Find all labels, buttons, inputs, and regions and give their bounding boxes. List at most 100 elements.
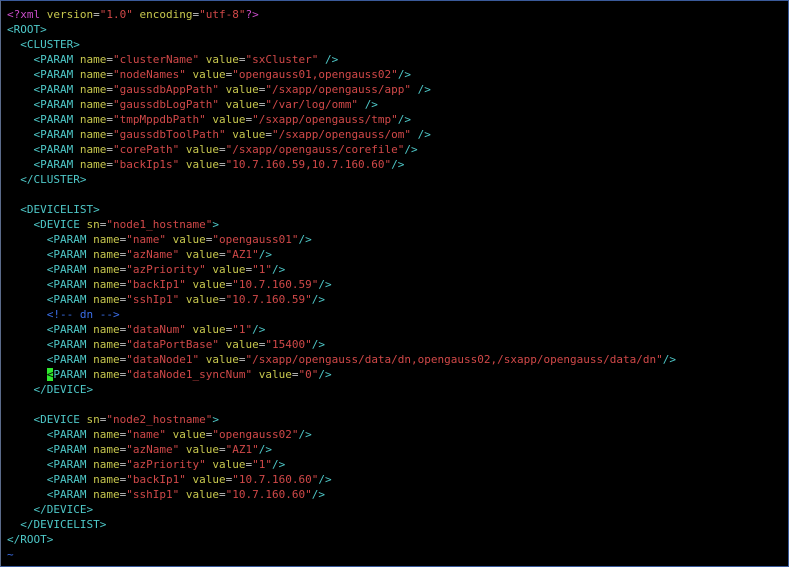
syntax-token-eq: =	[218, 143, 226, 156]
syntax-token-str: "nodeNames"	[113, 68, 186, 81]
editor-line[interactable]: <PARAM name="sshIp1" value="10.7.160.60"…	[7, 487, 788, 502]
syntax-token-attr: value	[192, 68, 226, 81]
syntax-token-eq: =	[106, 158, 113, 171]
editor-line[interactable]: <PARAM name="azPriority" value="1"/>	[7, 262, 788, 277]
syntax-token-tag: />	[318, 473, 332, 486]
terminal-editor-window[interactable]: <?xml version="1.0" encoding="utf-8"?> <R…	[0, 0, 789, 567]
editor-line[interactable]: <PARAM name="sshIp1" value="10.7.160.59"…	[7, 292, 788, 307]
syntax-token-plain	[73, 158, 80, 171]
editor-line[interactable]: <PARAM name="dataNum" value="1"/>	[7, 322, 788, 337]
editor-line[interactable]: <PARAM name="dataPortBase" value="15400"…	[7, 337, 788, 352]
editor-line[interactable]: <PARAM name="azPriority" value="1"/>	[7, 457, 788, 472]
editor-line[interactable]: <?xml version="1.0" encoding="utf-8"?>	[7, 7, 788, 22]
syntax-token-str: "utf-8"	[199, 8, 246, 21]
editor-line[interactable]: <PARAM name="corePath" value="/sxapp/ope…	[7, 142, 788, 157]
syntax-token-plain	[199, 353, 206, 366]
editor-line[interactable]: <PARAM name="backIp1s" value="10.7.160.5…	[7, 157, 788, 172]
syntax-token-attr: name	[93, 263, 120, 276]
editor-line[interactable]: <PARAM name="clusterName" value="sxClust…	[7, 52, 788, 67]
editor-line[interactable]: <PARAM name="tmpMppdbPath" value="/sxapp…	[7, 112, 788, 127]
syntax-token-str: "node2_hostname"	[106, 413, 213, 426]
editor-line[interactable]	[7, 397, 788, 412]
syntax-token-eq: =	[106, 113, 113, 126]
editor-line[interactable]: <PARAM name="dataNode1_syncNum" value="0…	[7, 367, 788, 382]
syntax-token-tag: <PARAM	[33, 53, 74, 66]
syntax-token-tag: />	[311, 338, 325, 351]
editor-line[interactable]: <DEVICELIST>	[7, 202, 788, 217]
editor-line[interactable]: </DEVICE>	[7, 502, 788, 517]
syntax-token-attr: sn	[86, 218, 100, 231]
syntax-token-attr: name	[93, 488, 120, 501]
syntax-token-attr: name	[79, 53, 107, 66]
syntax-token-str: "gaussdbLogPath"	[113, 98, 219, 111]
syntax-token-attr: name	[79, 143, 107, 156]
syntax-token-attr: value	[212, 263, 246, 276]
editor-line[interactable]: </DEVICE>	[7, 382, 788, 397]
syntax-token-attr: value	[225, 338, 259, 351]
editor-line[interactable]: <PARAM name="backIp1" value="10.7.160.60…	[7, 472, 788, 487]
syntax-token-tag: />	[318, 278, 332, 291]
editor-line[interactable]: <PARAM name="backIp1" value="10.7.160.59…	[7, 277, 788, 292]
syntax-token-tag: </DEVICELIST>	[20, 518, 107, 531]
syntax-token-decl: ?>	[245, 8, 259, 21]
editor-line[interactable]: ~	[7, 547, 788, 562]
syntax-token-plain	[411, 83, 418, 96]
syntax-token-str: "1"	[232, 323, 253, 336]
editor-line[interactable]: </CLUSTER>	[7, 172, 788, 187]
syntax-token-plain	[166, 428, 173, 441]
syntax-token-eq: =	[218, 248, 226, 261]
editor-line[interactable]	[7, 187, 788, 202]
syntax-token-str: "sxCluster"	[245, 53, 319, 66]
syntax-token-tag: />	[324, 53, 339, 66]
syntax-token-plain	[179, 143, 186, 156]
syntax-token-str: "/var/log/omm"	[265, 98, 359, 111]
editor-text-area[interactable]: <?xml version="1.0" encoding="utf-8"?> <R…	[7, 7, 788, 562]
editor-line[interactable]: <PARAM name="name" value="opengauss02"/>	[7, 427, 788, 442]
editor-line[interactable]: <PARAM name="dataNode1" value="/sxapp/op…	[7, 352, 788, 367]
syntax-token-str: "opengauss01"	[212, 233, 299, 246]
editor-line[interactable]: <!-- dn -->	[7, 307, 788, 322]
syntax-token-attr: value	[232, 128, 266, 141]
syntax-token-str: "sshIp1"	[126, 488, 180, 501]
syntax-token-str: "10.7.160.59"	[225, 293, 312, 306]
editor-line[interactable]: </DEVICELIST>	[7, 517, 788, 532]
syntax-token-str: "backIp1"	[126, 278, 186, 291]
syntax-token-plain	[73, 53, 80, 66]
syntax-token-attr: value	[205, 353, 239, 366]
editor-line[interactable]: <CLUSTER>	[7, 37, 788, 52]
syntax-token-str: "1"	[252, 263, 272, 276]
editor-line[interactable]: </ROOT>	[7, 532, 788, 547]
editor-line[interactable]: <PARAM name="azName" value="AZ1"/>	[7, 442, 788, 457]
syntax-token-tag: />	[298, 233, 312, 246]
syntax-token-str: "tmpMppdbPath"	[113, 113, 206, 126]
editor-line[interactable]: <PARAM name="name" value="opengauss01"/>	[7, 232, 788, 247]
editor-line[interactable]: <ROOT>	[7, 22, 788, 37]
syntax-token-str: "sshIp1"	[126, 293, 180, 306]
syntax-token-str: "15400"	[265, 338, 312, 351]
syntax-token-eq: =	[218, 293, 226, 306]
editor-line[interactable]: <DEVICE sn="node2_hostname">	[7, 412, 788, 427]
syntax-token-tag: >	[212, 413, 219, 426]
editor-line[interactable]: <PARAM name="azName" value="AZ1"/>	[7, 247, 788, 262]
syntax-token-eq: =	[106, 143, 113, 156]
syntax-token-attr: value	[212, 458, 246, 471]
editor-line[interactable]: <PARAM name="gaussdbAppPath" value="/sxa…	[7, 82, 788, 97]
editor-line[interactable]: <PARAM name="nodeNames" value="opengauss…	[7, 67, 788, 82]
syntax-token-str: "dataNum"	[126, 323, 186, 336]
editor-line[interactable]: <DEVICE sn="node1_hostname">	[7, 217, 788, 232]
editor-line[interactable]: <PARAM name="gaussdbToolPath" value="/sx…	[7, 127, 788, 142]
syntax-token-str: "backIp1"	[126, 473, 186, 486]
syntax-token-str: "/sxapp/opengauss/data/dn,opengauss02,/s…	[245, 353, 663, 366]
syntax-token-eq: =	[218, 158, 226, 171]
editor-line[interactable]: <PARAM name="gaussdbLogPath" value="/var…	[7, 97, 788, 112]
syntax-token-tag: <PARAM	[46, 443, 87, 456]
